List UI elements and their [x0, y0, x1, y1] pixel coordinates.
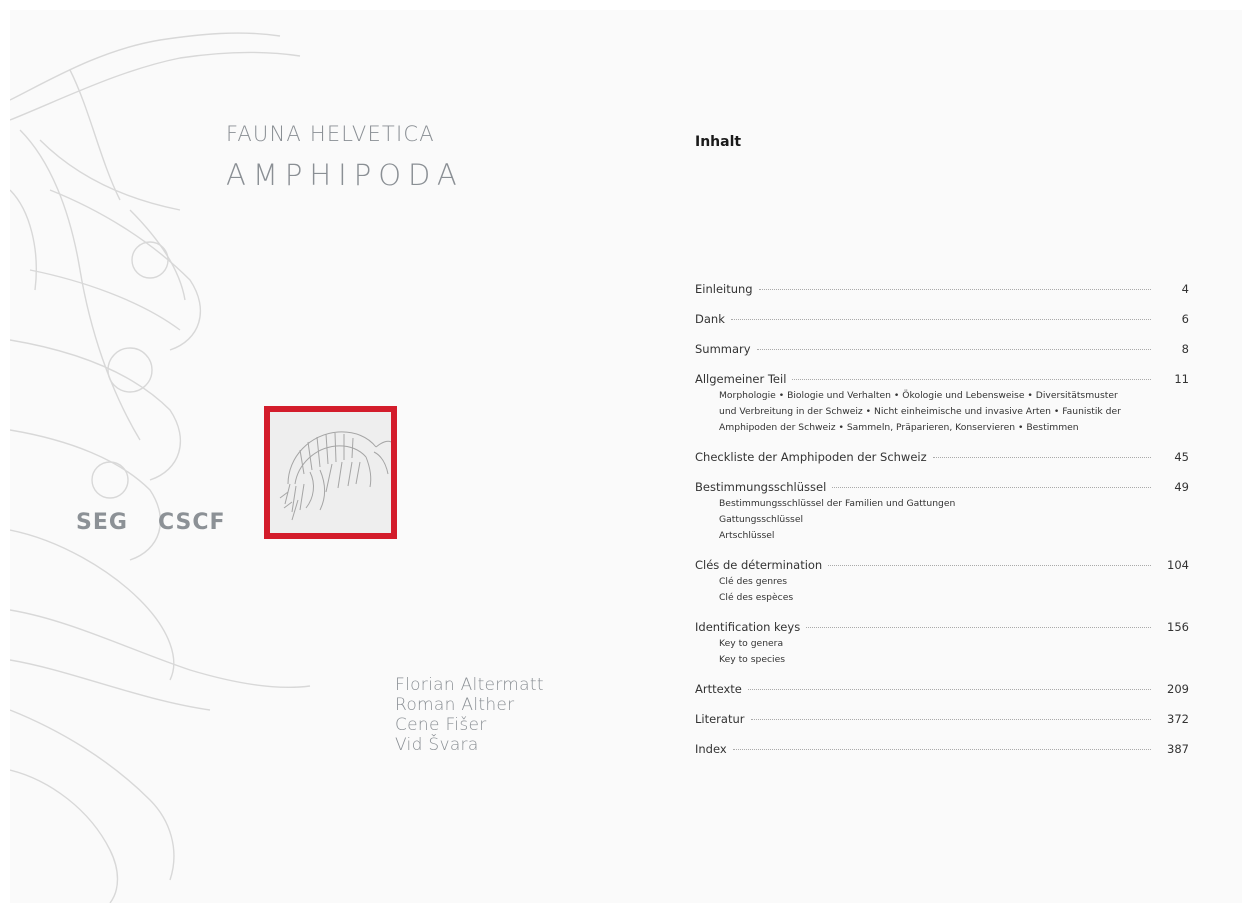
toc-entry-row: Einleitung 4: [695, 282, 1189, 298]
contents-page: Inhalt Einleitung 4 Dank 6 Summary 8 Allgemein…: [631, 10, 1242, 903]
toc-entry[interactable]: Clés de détermination 104 Clé des genres Cl…: [695, 558, 1189, 606]
toc-dot-leader: [932, 457, 1151, 458]
book-spread: FAUNA HELVETICA AMPHIPODA SEG CSCF Flori…: [10, 10, 1242, 903]
toc-page-number: 372: [1167, 712, 1189, 726]
contents-heading: Inhalt: [695, 134, 742, 150]
toc-subentries: Bestimmungsschlüssel der Familien und Ga…: [695, 496, 1189, 544]
toc-page-number: 156: [1167, 620, 1189, 634]
toc-entry[interactable]: Einleitung 4: [695, 282, 1189, 298]
toc-entry[interactable]: Dank 6: [695, 312, 1189, 328]
toc-entry-label: Einleitung: [695, 282, 753, 296]
toc-entry-label: Checkliste der Amphipoden der Schweiz: [695, 450, 927, 464]
toc-subentry: Bestimmungsschlüssel der Familien und Ga…: [719, 498, 956, 509]
toc-entry-label: Literatur: [695, 712, 745, 726]
cscf-logo: CSCF: [158, 510, 226, 535]
toc-page-number: 8: [1181, 342, 1189, 356]
toc-subentry: Gattungsschlüssel: [719, 514, 804, 525]
toc-entry[interactable]: Checkliste der Amphipoden der Schweiz 45: [695, 450, 1189, 466]
toc-dot-leader: [756, 349, 1151, 350]
toc-entry[interactable]: Identification keys 156 Key to genera Key t…: [695, 620, 1189, 668]
author-name: Florian Altermatt: [395, 675, 544, 695]
toc-entry-row: Clés de détermination 104: [695, 558, 1189, 574]
toc-page-number: 387: [1167, 742, 1189, 756]
toc-page-number: 49: [1174, 480, 1189, 494]
toc-entry-row: Index 387: [695, 742, 1189, 758]
toc-entry-label: Summary: [695, 342, 751, 356]
toc-entry-row: Checkliste der Amphipoden der Schweiz 45: [695, 450, 1189, 466]
toc-subentry: Clé des genres: [719, 576, 788, 587]
toc-subentry: Amphipoden der Schweiz • Sammeln, Präpar…: [719, 422, 1079, 433]
toc-page-number: 6: [1181, 312, 1189, 326]
toc-page-number: 104: [1167, 558, 1189, 572]
toc-entry[interactable]: Index 387: [695, 742, 1189, 758]
toc-page-number: 4: [1181, 282, 1189, 296]
toc-entry[interactable]: Allgemeiner Teil 11 Morphologie • Biologie…: [695, 372, 1189, 436]
toc-entry-row: Dank 6: [695, 312, 1189, 328]
toc-subentry: und Verbreitung in der Schweiz • Nicht e…: [719, 406, 1121, 417]
toc-entry-row: Summary 8: [695, 342, 1189, 358]
author-name: Vid Švara: [395, 735, 479, 755]
toc-entry[interactable]: Bestimmungsschlüssel 49 Bestimmungsschlüss…: [695, 480, 1189, 544]
toc-subentry: Morphologie • Biologie und Verhalten • Ö…: [719, 390, 1118, 401]
toc-subentries: Key to genera Key to species: [695, 636, 1189, 668]
toc-entry-label: Clés de détermination: [695, 558, 823, 572]
toc-subentry: Artschlüssel: [719, 530, 775, 541]
toc-page-number: 45: [1174, 450, 1189, 464]
toc-dot-leader: [828, 565, 1151, 566]
toc-entry-label: Bestimmungsschlüssel: [695, 480, 827, 494]
toc-subentry: Clé des espèces: [719, 592, 794, 603]
toc-entry-row: Allgemeiner Teil 11: [695, 372, 1189, 388]
toc-entry-label: Arttexte: [695, 682, 742, 696]
toc-dot-leader: [792, 379, 1151, 380]
cover-page: FAUNA HELVETICA AMPHIPODA SEG CSCF Flori…: [10, 10, 631, 903]
toc-subentries: Morphologie • Biologie und Verhalten • Ö…: [695, 388, 1189, 436]
amphipod-icon: [279, 431, 392, 521]
toc-entry-label: Dank: [695, 312, 725, 326]
series-title: FAUNA HELVETICA: [226, 122, 435, 146]
toc-dot-leader: [747, 689, 1151, 690]
toc-dot-leader: [750, 719, 1151, 720]
toc-entry-label: Identification keys: [695, 620, 801, 634]
toc-entry-label: Allgemeiner Teil: [695, 372, 787, 386]
toc-entry[interactable]: Literatur 372: [695, 712, 1189, 728]
toc-entry-row: Identification keys 156: [695, 620, 1189, 636]
toc-subentry: Key to genera: [719, 638, 784, 649]
toc-dot-leader: [806, 627, 1151, 628]
table-of-contents: Einleitung 4 Dank 6 Summary 8 Allgemeiner Teil…: [695, 282, 1189, 772]
toc-dot-leader: [732, 749, 1151, 750]
author-name: Roman Alther: [395, 695, 515, 715]
toc-entry-row: Literatur 372: [695, 712, 1189, 728]
toc-dot-leader: [832, 487, 1151, 488]
toc-page-number: 11: [1174, 372, 1189, 386]
toc-entry-label: Index: [695, 742, 727, 756]
toc-dot-leader: [730, 319, 1151, 320]
author-name: Cene Fišer: [395, 715, 487, 735]
toc-dot-leader: [758, 289, 1151, 290]
toc-subentry: Key to species: [719, 654, 786, 665]
toc-page-number: 209: [1167, 682, 1189, 696]
toc-entry[interactable]: Arttexte 209: [695, 682, 1189, 698]
amphipod-logo: [264, 406, 397, 539]
seg-logo: SEG: [76, 510, 128, 535]
toc-subentries: Clé des genres Clé des espèces: [695, 574, 1189, 606]
toc-entry-row: Arttexte 209: [695, 682, 1189, 698]
author-list: Florian Altermatt Roman Alther Cene Fiše…: [395, 675, 544, 755]
toc-entry[interactable]: Summary 8: [695, 342, 1189, 358]
volume-title: AMPHIPODA: [226, 158, 464, 192]
toc-entry-row: Bestimmungsschlüssel 49: [695, 480, 1189, 496]
